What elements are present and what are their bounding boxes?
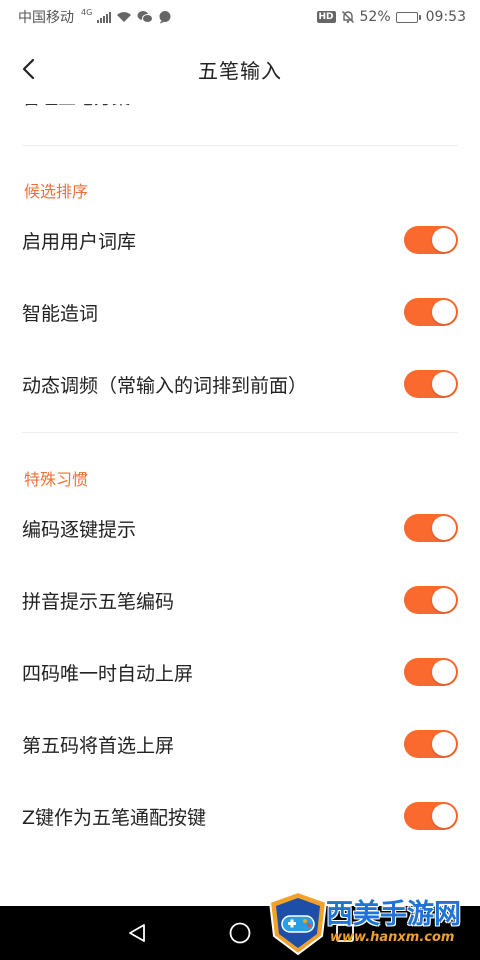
- divider: [22, 432, 458, 433]
- chevron-left-icon: [22, 58, 35, 80]
- signal-icon: [97, 11, 112, 23]
- setting-label: 第五码将首选上屏: [22, 734, 175, 757]
- battery-percent: 52%: [359, 9, 391, 25]
- message-icon: [159, 11, 171, 24]
- setting-label: 动态调频（常输入的词排到前面）: [22, 374, 308, 397]
- toggle-switch[interactable]: [404, 298, 458, 326]
- battery-icon: [395, 11, 421, 23]
- setting-row-auto-commit[interactable]: 四码唯一时自动上屏: [0, 636, 480, 708]
- setting-row-code-hint[interactable]: 编码逐键提示: [0, 492, 480, 564]
- watermark-url: www.hanxm.com: [330, 930, 455, 945]
- toggle-switch[interactable]: [404, 514, 458, 542]
- page-title: 五笔输入: [198, 58, 282, 83]
- carrier-label: 中国移动: [18, 10, 74, 26]
- toggle-switch[interactable]: [404, 658, 458, 686]
- setting-label: 启用用户词库: [22, 230, 137, 253]
- network-type-label: 4G: [81, 7, 93, 17]
- toggle-switch[interactable]: [404, 802, 458, 830]
- setting-label: 智能造词: [22, 302, 99, 325]
- wechat-icon: [137, 11, 154, 23]
- divider: [22, 145, 458, 146]
- status-bar: 中国移动 4G HD 52% 09:53: [0, 0, 480, 34]
- circle-home-icon: [229, 922, 251, 944]
- clock: 09:53: [425, 9, 466, 25]
- setting-row-dynamic-frequency[interactable]: 动态调频（常输入的词排到前面）: [0, 348, 480, 420]
- setting-row-fifth-code[interactable]: 第五码将首选上屏: [0, 708, 480, 780]
- watermark-name: 西美手游网: [326, 899, 461, 930]
- triangle-back-icon: [129, 924, 145, 942]
- title-bar: 五笔输入: [0, 34, 480, 104]
- section-header-candidate-sort: 候选排序: [24, 182, 89, 201]
- toggle-switch[interactable]: [404, 370, 458, 398]
- toggle-switch[interactable]: [404, 586, 458, 614]
- setting-label: 拼音提示五笔编码: [22, 590, 175, 613]
- setting-label: 四码唯一时自动上屏: [22, 662, 194, 685]
- toggle-switch[interactable]: [404, 730, 458, 758]
- wifi-icon: [117, 12, 132, 22]
- mute-bell-icon: [341, 11, 354, 23]
- settings-list[interactable]: 管理五笔方案 候选排序 启用用户词库 智能造词 动态调频（常输入的词排到前面） …: [0, 104, 480, 906]
- section-header-special-habits: 特殊习惯: [24, 470, 89, 489]
- manage-scheme-row[interactable]: 管理五笔方案: [22, 104, 130, 120]
- setting-label: 编码逐键提示: [22, 518, 137, 541]
- setting-row-pinyin-hint[interactable]: 拼音提示五笔编码: [0, 564, 480, 636]
- gamepad-shield-logo-icon: [268, 890, 328, 956]
- hd-badge: HD: [316, 11, 336, 23]
- toggle-switch[interactable]: [404, 226, 458, 254]
- back-button[interactable]: [14, 54, 44, 84]
- status-right: HD 52% 09:53: [316, 9, 466, 25]
- watermark: 西美手游网 www.hanxm.com: [266, 890, 474, 956]
- setting-label: Z键作为五笔通配按键: [22, 806, 207, 829]
- setting-row-z-wildcard[interactable]: Z键作为五笔通配按键: [0, 780, 480, 852]
- setting-row-user-dictionary[interactable]: 启用用户词库: [0, 204, 480, 276]
- nav-back-button[interactable]: [122, 918, 152, 948]
- nav-home-button[interactable]: [225, 918, 255, 948]
- status-left: 中国移动 4G: [18, 7, 172, 27]
- setting-row-smart-word[interactable]: 智能造词: [0, 276, 480, 348]
